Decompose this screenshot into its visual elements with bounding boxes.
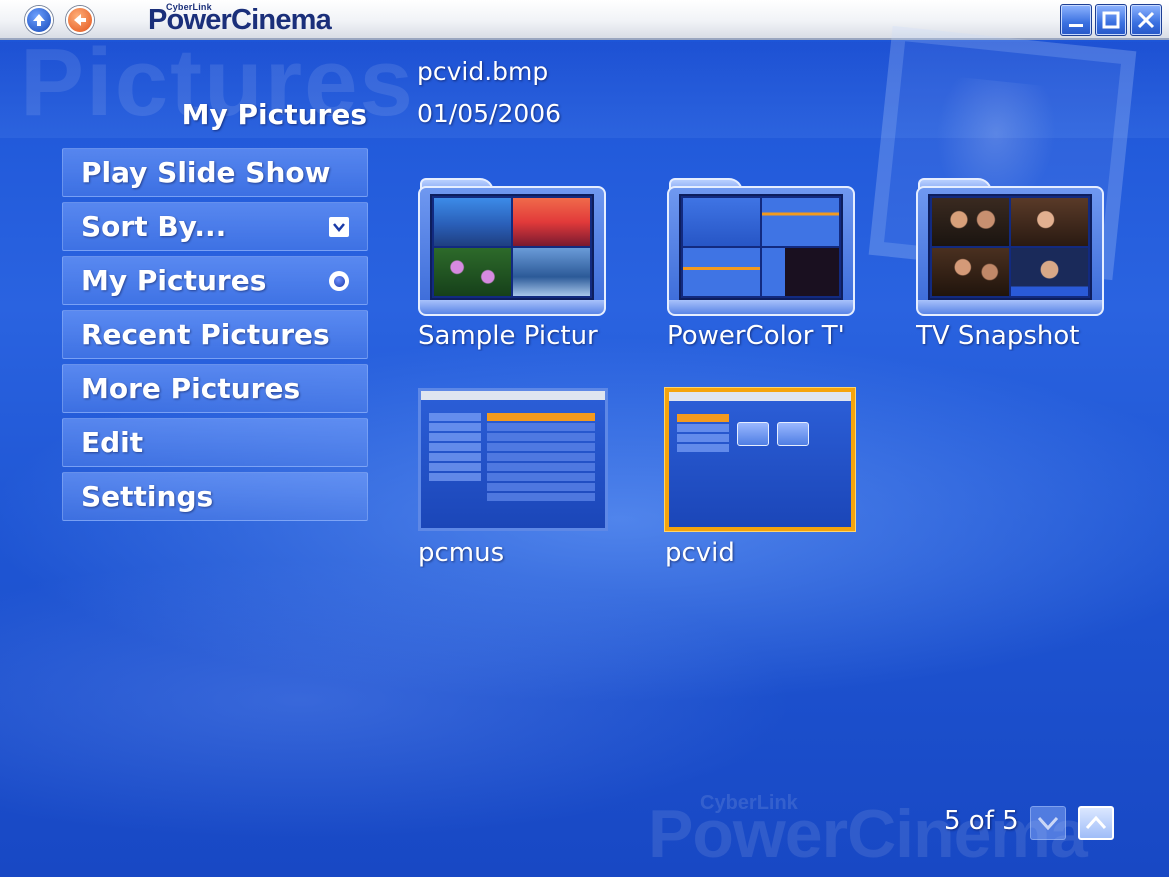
- close-icon: [1137, 11, 1155, 29]
- menu-item-label: Play Slide Show: [81, 156, 331, 189]
- up-arrow-icon: [33, 14, 45, 26]
- maximize-icon: [1102, 11, 1120, 29]
- menu-item-play-slide-show[interactable]: Play Slide Show: [62, 148, 368, 197]
- selected-file-date: 01/05/2006: [417, 99, 562, 128]
- radio-selected-icon: [329, 271, 349, 291]
- folder-icon: [418, 178, 606, 318]
- menu-item-recent-pictures[interactable]: Recent Pictures: [62, 310, 368, 359]
- menu-item-my-pictures[interactable]: My Pictures: [62, 256, 368, 305]
- folder-icon: [667, 178, 855, 318]
- menu-item-settings[interactable]: Settings: [62, 472, 368, 521]
- image-thumbnail: [418, 388, 608, 531]
- menu-item-edit[interactable]: Edit: [62, 418, 368, 467]
- menu-item-label: Sort By...: [81, 210, 227, 243]
- chevron-down-icon: [1037, 816, 1059, 831]
- tile-label: TV Snapshot: [916, 321, 1080, 351]
- minimize-button[interactable]: [1060, 4, 1092, 36]
- page-indicator: 5 of 5: [944, 806, 1019, 836]
- menu-item-sort-by[interactable]: Sort By...: [62, 202, 368, 251]
- minimize-icon: [1069, 24, 1083, 27]
- tile-label: PowerColor T': [667, 321, 845, 351]
- side-menu: Play Slide Show Sort By... My Pictures R…: [62, 148, 368, 526]
- menu-item-label: Settings: [81, 480, 214, 513]
- menu-item-label: Edit: [81, 426, 144, 459]
- folder-icon: [916, 178, 1104, 318]
- selected-file-name: pcvid.bmp: [417, 57, 549, 86]
- brand-watermark: PowerCinema: [648, 796, 1088, 872]
- close-button[interactable]: [1130, 4, 1162, 36]
- chevron-up-icon: [1085, 815, 1107, 830]
- tile-label: Sample Pictur: [418, 321, 598, 351]
- page-up-button[interactable]: [1078, 806, 1114, 840]
- menu-item-label: Recent Pictures: [81, 318, 330, 351]
- menu-item-label: My Pictures: [81, 264, 267, 297]
- back-arrow-icon: [74, 14, 86, 26]
- page-title: My Pictures: [181, 98, 367, 131]
- page-down-button[interactable]: [1030, 806, 1066, 840]
- checkbox-icon: [329, 217, 349, 237]
- menu-item-more-pictures[interactable]: More Pictures: [62, 364, 368, 413]
- tile-label: pcmus: [418, 538, 505, 568]
- menu-item-label: More Pictures: [81, 372, 301, 405]
- maximize-button[interactable]: [1095, 4, 1127, 36]
- image-thumbnail-selected: [665, 388, 855, 531]
- tile-label: pcvid: [665, 538, 735, 568]
